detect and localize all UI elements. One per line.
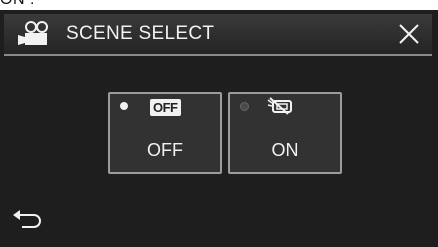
page-title: SCENE SELECT: [66, 23, 215, 44]
option-on-label: ON: [271, 140, 299, 160]
back-arrow-icon[interactable]: [10, 206, 44, 234]
stabilizer-off-icon: [267, 97, 292, 115]
header-bar: SCENE SELECT: [4, 14, 432, 56]
off-badge: OFF: [150, 99, 181, 116]
selected-indicator: [120, 102, 128, 110]
caption-text: ON :: [0, 0, 35, 9]
close-icon[interactable]: [394, 19, 424, 49]
option-off-button[interactable]: OFF OFF: [108, 92, 222, 174]
unselected-indicator: [240, 102, 249, 111]
camera-screen: SCENE SELECT OFF OFF ON: [0, 10, 438, 247]
option-on-button[interactable]: ON: [228, 92, 342, 174]
option-off-label: OFF: [147, 140, 183, 160]
video-camera-icon: [18, 21, 48, 45]
